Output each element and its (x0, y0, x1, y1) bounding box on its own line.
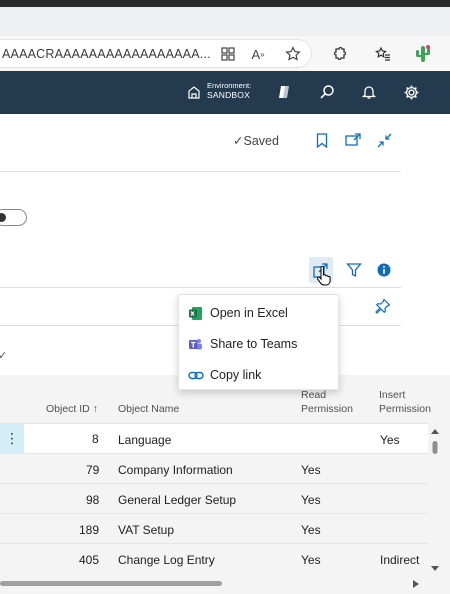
cell-read-permission[interactable]: Yes (301, 463, 321, 477)
cell-read-permission[interactable]: Yes (301, 493, 321, 507)
app-header: Environment: SANDBOX (0, 71, 450, 114)
menu-item-share-to-teams[interactable]: Share to Teams (179, 330, 340, 358)
column-header-object-name[interactable]: Object Name (118, 403, 179, 416)
column-header-insert-line1[interactable]: Insert (379, 389, 405, 402)
table-row[interactable]: 79 Company Information Yes (0, 453, 428, 483)
extensions-icon[interactable] (331, 45, 349, 63)
cell-object-id[interactable]: 405 (79, 553, 99, 567)
environment-label: Environment: (207, 81, 252, 90)
cell-object-id[interactable]: 79 (86, 463, 99, 477)
filter-icon[interactable] (342, 257, 366, 283)
cell-object-name[interactable]: VAT Setup (118, 523, 174, 537)
menu-item-copy-link[interactable]: Copy link (179, 361, 340, 389)
cell-object-id[interactable]: 189 (79, 523, 99, 537)
open-new-window-icon[interactable] (345, 132, 361, 148)
business-central-window: AAAACRAAAAAAAAAAAAAAAAA... A» Environmen… (0, 0, 450, 594)
environment-value: SANDBOX (207, 90, 250, 100)
table-row[interactable]: 98 General Ledger Setup Yes (0, 483, 428, 513)
selection-check-icon: ✓ (0, 350, 8, 362)
cell-object-id[interactable]: 8 (92, 432, 99, 446)
link-icon (188, 368, 204, 383)
environment-icon (185, 83, 203, 101)
cell-object-name[interactable]: Change Log Entry (118, 553, 215, 567)
environment-indicator[interactable]: Environment: SANDBOX (207, 81, 251, 101)
favorites-icon[interactable] (374, 45, 392, 63)
table-row[interactable]: ⋮ 8 Language Yes (0, 423, 428, 453)
row-action-menu[interactable]: ⋮ (0, 424, 24, 453)
share-menu: Open in Excel Share to Teams Copy link (178, 294, 339, 390)
saved-label: Saved (243, 134, 279, 148)
table-row[interactable]: 405 Change Log Entry Yes Indirect (0, 543, 428, 573)
saved-status: ✓Saved (233, 133, 279, 148)
toggle-switch[interactable] (0, 209, 27, 226)
menu-item-label: Open in Excel (210, 306, 288, 320)
grid-icon[interactable] (219, 45, 237, 63)
cell-insert-permission[interactable]: Yes (380, 433, 400, 447)
column-header-read-line2[interactable]: Permission (301, 403, 353, 416)
menu-item-open-in-excel[interactable]: Open in Excel (179, 299, 340, 327)
copilot-icon[interactable] (275, 83, 293, 101)
url-text[interactable]: AAAACRAAAAAAAAAAAAAAAAA... (2, 47, 211, 61)
cell-object-name[interactable]: Company Information (118, 463, 233, 477)
column-header-insert-line2[interactable]: Permission (379, 403, 431, 416)
hand-cursor-icon (316, 265, 332, 286)
teams-icon (188, 337, 203, 352)
browser-toolbar: AAAACRAAAAAAAAAAAAAAAAA... A» (0, 36, 450, 71)
cell-object-name[interactable]: General Ledger Setup (118, 493, 236, 507)
favorite-star-icon[interactable] (284, 45, 302, 63)
menu-item-label: Share to Teams (210, 337, 298, 351)
pin-icon[interactable] (375, 298, 393, 316)
column-header-read-line1[interactable]: Read (301, 389, 326, 402)
column-header-object-id[interactable]: Object ID ↑ (46, 403, 98, 416)
window-title-bar (0, 0, 450, 7)
horizontal-scroll-thumb[interactable] (0, 581, 222, 586)
cell-insert-permission[interactable]: Indirect (380, 553, 419, 567)
cell-read-permission[interactable]: Yes (301, 523, 321, 537)
menu-item-label: Copy link (210, 368, 262, 382)
cell-object-name[interactable]: Language (118, 433, 171, 447)
header-divider (0, 171, 401, 172)
horizontal-scrollbar[interactable] (0, 577, 428, 589)
bookmark-icon[interactable] (314, 132, 330, 148)
cell-read-permission[interactable]: Yes (301, 553, 321, 567)
vertical-scrollbar[interactable] (429, 424, 441, 574)
action-bar-divider (0, 287, 401, 288)
saved-check-icon: ✓ (233, 134, 244, 148)
cell-object-id[interactable]: 98 (86, 493, 99, 507)
info-icon[interactable] (372, 257, 396, 283)
bell-icon[interactable] (360, 83, 378, 101)
gear-icon[interactable] (402, 83, 420, 101)
permissions-grid: Object ID ↑ Object Name Read Permission … (0, 375, 450, 594)
excel-icon (188, 306, 203, 321)
collapse-icon[interactable] (376, 132, 392, 148)
table-row[interactable]: 189 VAT Setup Yes (0, 513, 428, 543)
tab-strip (0, 7, 450, 36)
search-icon[interactable] (318, 83, 336, 101)
read-aloud-icon[interactable]: A» (249, 45, 267, 63)
profile-cactus-icon[interactable] (413, 45, 433, 63)
